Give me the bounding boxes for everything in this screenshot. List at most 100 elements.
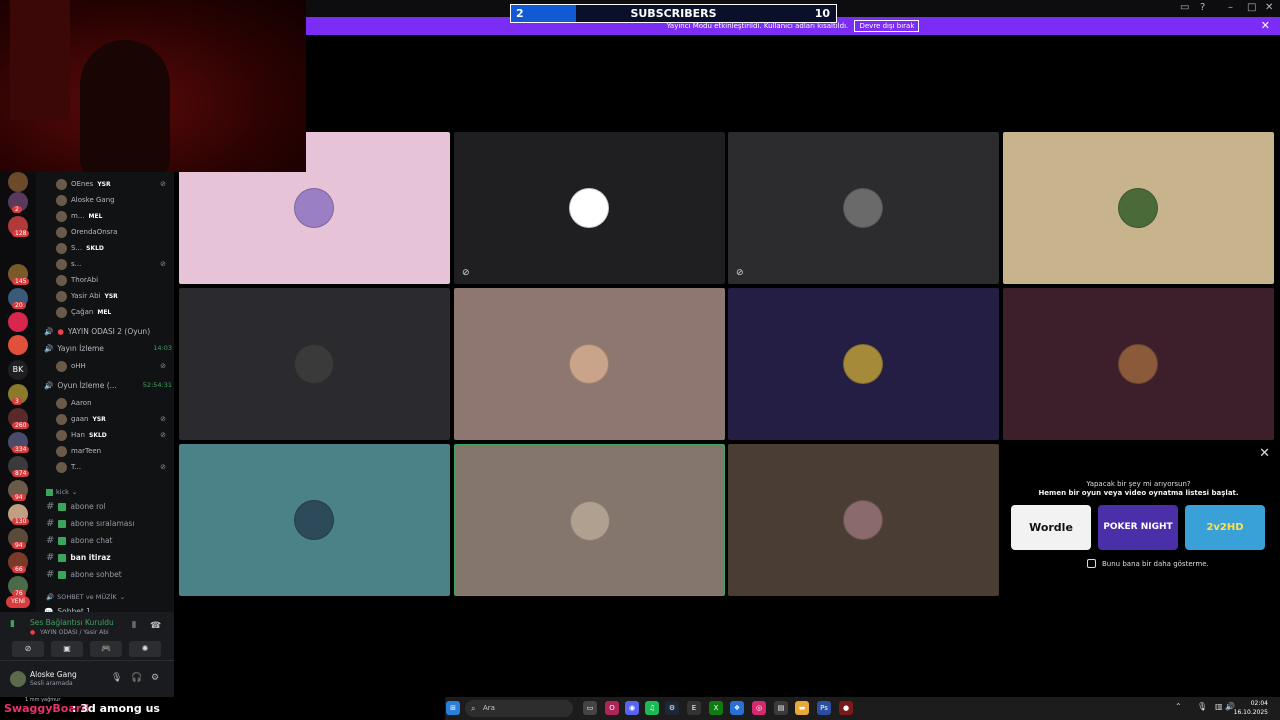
soundboard-button[interactable]: ✺	[129, 641, 161, 657]
network-icon[interactable]: ▥	[1215, 702, 1223, 711]
activity-button[interactable]: 🎮	[90, 641, 122, 657]
system-clock[interactable]: 02:04 16.10.2025	[1234, 699, 1268, 717]
muted-mic-icon: ⊘	[160, 415, 166, 423]
server-icon[interactable]	[8, 312, 28, 332]
voice-user[interactable]: s... ⊘	[56, 257, 172, 271]
user-status: Sesli aramada	[30, 680, 73, 687]
voice-user-name: Yasir Abi	[71, 292, 101, 300]
task-view-icon[interactable]: ▭	[583, 701, 597, 715]
microphone-icon[interactable]: 🎙	[111, 673, 122, 683]
video-tile[interactable]	[179, 444, 450, 596]
discord-icon[interactable]: ◉	[625, 701, 639, 715]
noise-suppression-icon[interactable]: ⦀	[132, 621, 136, 631]
unread-badge: 130	[12, 518, 30, 525]
voice-user-name: OrendaOnsra	[71, 228, 118, 236]
video-tile[interactable]: ⊘	[728, 132, 999, 284]
screen-share-icon[interactable]: ▭	[1180, 2, 1189, 13]
close-window-button[interactable]: ✕	[1265, 2, 1273, 13]
instagram-icon[interactable]: ◎	[752, 701, 766, 715]
camera-off-button[interactable]: ⊘	[12, 641, 44, 657]
server-icon[interactable]	[8, 172, 28, 192]
voice-user[interactable]: gaan YSR ⊘	[56, 412, 172, 426]
video-tile[interactable]	[728, 444, 999, 596]
checkbox-box[interactable]	[1087, 559, 1096, 568]
obs-icon[interactable]: ●	[839, 701, 853, 715]
voice-user[interactable]: OEnes YSR ⊘	[56, 177, 172, 191]
start-icon[interactable]: ⊞	[446, 701, 460, 715]
avatar	[56, 445, 67, 457]
voice-channel-label: YAYIN ODASI 2 (Oyun)	[67, 326, 151, 336]
video-tile[interactable]: ⊘	[454, 132, 725, 284]
disable-streamer-mode-button[interactable]: Devre dışı bırak	[854, 20, 920, 32]
video-tile[interactable]	[179, 288, 450, 440]
speaker-icon: 🔊	[44, 343, 54, 353]
video-tile[interactable]	[454, 288, 725, 440]
game-card-2v2[interactable]: 2v2HD	[1185, 505, 1265, 550]
voice-user[interactable]: Yasir Abi YSR	[56, 289, 172, 303]
game-card-wordle[interactable]: Wordle	[1011, 505, 1091, 550]
video-tile[interactable]	[728, 288, 999, 440]
text-channel[interactable]: # abone chat	[46, 533, 172, 548]
folder-icon[interactable]: ▬	[795, 701, 809, 715]
chevron-up-icon[interactable]: ⌃	[1175, 702, 1182, 711]
voice-channel-room2[interactable]: 🔊 ● YAYIN ODASI 2 (Oyun)	[44, 324, 172, 338]
video-tile[interactable]	[1003, 288, 1274, 440]
disconnect-icon[interactable]: ☎	[150, 621, 161, 631]
category-kick[interactable]: kick ⌄	[46, 488, 77, 496]
voice-user[interactable]: T... ⊘	[56, 460, 172, 474]
voice-user[interactable]: OrendaOnsra	[56, 225, 172, 239]
maximize-button[interactable]: □	[1247, 2, 1256, 13]
voice-user-name: Çağan	[71, 308, 94, 316]
voice-user[interactable]: ThorAbi	[56, 273, 172, 287]
server-icon[interactable]	[8, 335, 28, 355]
voice-user-name: Aaron	[71, 399, 92, 407]
text-channel[interactable]: # abone sohbet	[46, 567, 172, 582]
dont-show-again-checkbox[interactable]: Bunu bana bir daha gösterme.	[1087, 559, 1209, 568]
voice-channel-game[interactable]: 🔊 Oyun İzleme (... 52:54:31	[44, 378, 172, 392]
voice-user[interactable]: S... SKLD	[56, 241, 172, 255]
chat-message: : 3d among us	[72, 702, 160, 715]
minimize-button[interactable]: –	[1228, 2, 1233, 13]
avatar[interactable]	[10, 671, 26, 687]
opera-icon[interactable]: O	[605, 701, 619, 715]
server-icon[interactable]: YENİ	[6, 596, 30, 608]
terminal-icon[interactable]: ▤	[774, 701, 788, 715]
voice-user[interactable]: marTeen	[56, 444, 172, 458]
game-card-poker[interactable]: POKER NIGHT	[1098, 505, 1178, 550]
text-channel[interactable]: # ban itiraz	[46, 550, 172, 565]
gear-icon[interactable]: ⚙	[151, 673, 159, 683]
voice-user[interactable]: Aaron	[56, 396, 172, 410]
server-icon[interactable]: BK	[8, 360, 28, 380]
voice-user[interactable]: Çağan MEL	[56, 305, 172, 319]
steam-icon[interactable]: ⚙	[665, 701, 679, 715]
category-music[interactable]: 🔊 SOHBET ve MÜZİK ⌄	[46, 593, 125, 601]
hash-icon: #	[46, 552, 55, 563]
xbox-icon[interactable]: X	[709, 701, 723, 715]
voice-user[interactable]: Aloske Gang	[56, 193, 172, 207]
taskbar-search[interactable]: ⌕ Ara	[465, 700, 573, 717]
user-tag: YSR	[92, 415, 106, 423]
voice-user[interactable]: m... MEL	[56, 209, 172, 223]
video-tile[interactable]	[1003, 132, 1274, 284]
voice-user-name: oHH	[71, 362, 86, 370]
spotify-icon[interactable]: ♫	[645, 701, 659, 715]
microphone-icon[interactable]: 🎙	[1197, 702, 1207, 711]
epic-games-icon[interactable]: E	[687, 701, 701, 715]
help-icon[interactable]: ?	[1200, 2, 1205, 13]
voice-user[interactable]: Han SKLD ⊘	[56, 428, 172, 442]
chevron-down-icon: ⌄	[119, 593, 126, 601]
photos-icon[interactable]: ❖	[730, 701, 744, 715]
banner-close-icon[interactable]: ✕	[1261, 17, 1270, 35]
text-channel[interactable]: # abone rol	[46, 499, 172, 514]
voice-user[interactable]: oHH ⊘	[56, 359, 172, 373]
photoshop-icon[interactable]: Ps	[817, 701, 831, 715]
headphones-icon[interactable]: 🎧	[131, 673, 142, 683]
unread-badge: 94	[12, 494, 26, 501]
user-tag: MEL	[97, 308, 112, 316]
close-icon[interactable]: ✕	[1259, 446, 1270, 461]
video-tile[interactable]	[454, 444, 725, 596]
screen-share-button[interactable]: ▣	[51, 641, 83, 657]
voice-user-name: gaan	[71, 415, 89, 423]
voice-channel-watch[interactable]: 🔊 Yayın İzleme 14:03	[44, 341, 172, 355]
text-channel[interactable]: # abone sıralaması	[46, 516, 172, 531]
